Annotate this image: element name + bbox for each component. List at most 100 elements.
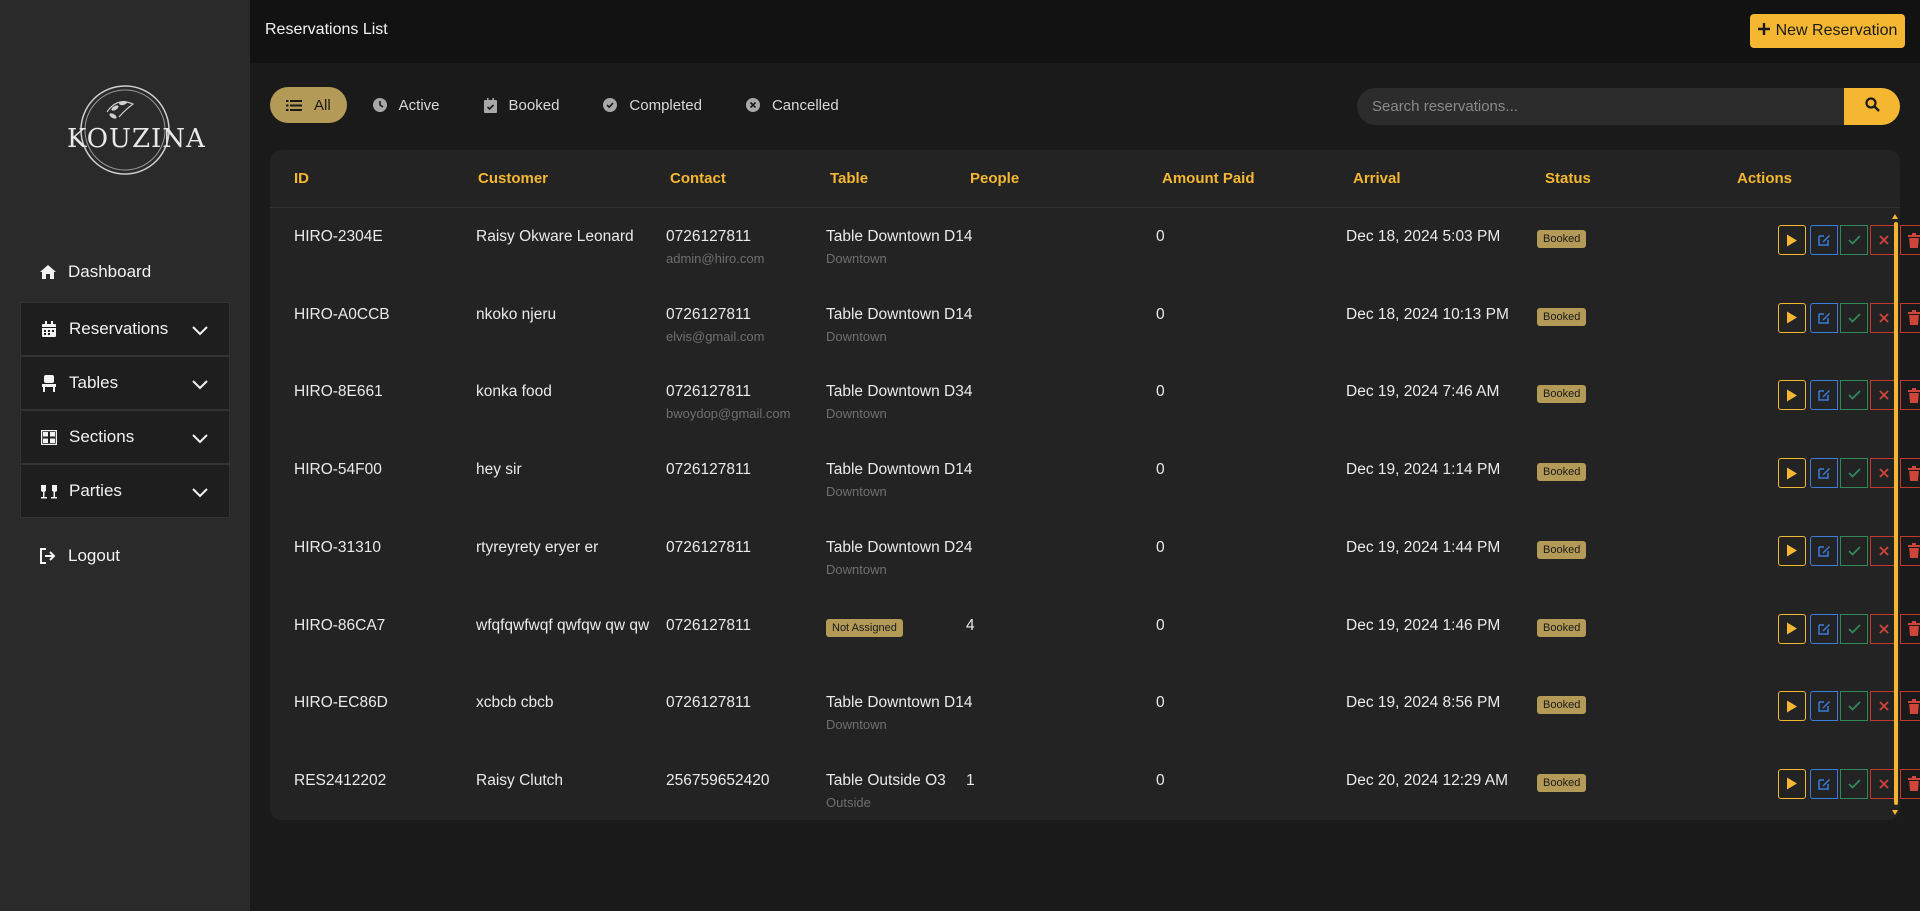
table-row[interactable]: HIRO-86CA7 wfqfqwfwqf qwfqw qw qw 07261278…: [270, 597, 1920, 675]
edit-button[interactable]: [1810, 613, 1838, 644]
customer-name: xcbcb cbcb: [476, 694, 554, 712]
complete-button[interactable]: [1840, 613, 1868, 644]
edit-button[interactable]: [1810, 302, 1838, 333]
complete-button[interactable]: [1840, 535, 1868, 566]
sidebar-item-parties[interactable]: Parties: [20, 464, 230, 518]
brand-name: KOUZINA: [67, 124, 206, 154]
edit-button[interactable]: [1810, 691, 1838, 722]
close-icon: [1879, 779, 1889, 789]
edit-button[interactable]: [1810, 380, 1838, 411]
search-input[interactable]: [1357, 88, 1849, 125]
arrival-time: Dec 19, 2024 1:46 PM: [1346, 616, 1501, 634]
edit-button[interactable]: [1810, 768, 1838, 799]
sidebar-item-sections[interactable]: Sections: [20, 410, 230, 464]
chevron-down-icon[interactable]: [191, 375, 209, 395]
check-icon: [1847, 235, 1861, 245]
filter-all[interactable]: All: [270, 87, 347, 123]
new-reservation-button[interactable]: New Reservation: [1750, 14, 1905, 48]
table-row[interactable]: RES2412202 Raisy Clutch 256759652420 Table …: [270, 752, 1920, 830]
complete-button[interactable]: [1840, 458, 1868, 489]
delete-button[interactable]: [1900, 768, 1920, 799]
clock-icon: [372, 98, 387, 112]
sidebar-item-dashboard[interactable]: Dashboard: [20, 246, 228, 298]
table-name: Table Downtown D14: [826, 461, 973, 479]
logout-icon: [38, 546, 58, 566]
delete-button[interactable]: [1900, 458, 1920, 489]
page-title: Reservations List: [265, 21, 388, 38]
edit-icon: [1817, 622, 1831, 636]
main-content: Reservations List New Reservation All Ac…: [250, 0, 1920, 911]
play-icon: [1786, 467, 1798, 480]
scrollbar-thumb[interactable]: [1894, 222, 1898, 805]
delete-button[interactable]: [1900, 691, 1920, 722]
filter-booked[interactable]: Booked: [468, 87, 578, 123]
status-filters: All Active Booked Completed Cancelled: [270, 87, 867, 123]
table-row[interactable]: HIRO-A0CCB nkoko njeru 0726127811 elvis@gma…: [270, 286, 1920, 364]
chevron-down-icon[interactable]: [191, 429, 209, 449]
start-button[interactable]: [1778, 613, 1806, 644]
status-badge: Booked: [1537, 540, 1587, 559]
amount-paid: 0: [1156, 694, 1165, 712]
filter-active[interactable]: Active: [357, 87, 458, 123]
sidebar-item-reservations[interactable]: Reservations: [20, 302, 230, 356]
filter-completed[interactable]: Completed: [587, 87, 720, 123]
play-icon: [1786, 234, 1798, 247]
edit-button[interactable]: [1810, 458, 1838, 489]
table-row[interactable]: HIRO-EC86D xcbcb cbcb 0726127811 Table Down…: [270, 674, 1920, 752]
trash-icon: [1908, 776, 1920, 792]
trash-icon: [1908, 232, 1920, 248]
start-button[interactable]: [1778, 691, 1806, 722]
start-button[interactable]: [1778, 535, 1806, 566]
list-icon: [286, 99, 302, 112]
close-icon: [1879, 701, 1889, 711]
play-icon: [1786, 311, 1798, 324]
calendar-icon: [39, 319, 59, 339]
start-button[interactable]: [1778, 225, 1806, 255]
table-row[interactable]: HIRO-31310 rtyreyrety eryer er 0726127811 T…: [270, 519, 1920, 597]
delete-button[interactable]: [1900, 380, 1920, 411]
table-row[interactable]: HIRO-54F00 hey sir 0726127811 Table Downtow…: [270, 441, 1920, 519]
delete-button[interactable]: [1900, 613, 1920, 644]
start-button[interactable]: [1778, 302, 1806, 333]
column-header-people: People: [970, 170, 1020, 187]
chevron-down-icon[interactable]: [191, 483, 209, 503]
sidebar-item-label: Logout: [68, 546, 120, 565]
sidebar-item-tables[interactable]: Tables: [20, 356, 230, 410]
table-row[interactable]: HIRO-2304E Raisy Okware Leonard 0726127811…: [270, 208, 1920, 286]
start-button[interactable]: [1778, 768, 1806, 799]
people-count: 4: [966, 616, 975, 634]
table-header: ID Customer Contact Table People Amount …: [270, 150, 1900, 208]
search-button[interactable]: [1844, 88, 1900, 125]
sidebar-item-logout[interactable]: Logout: [20, 530, 228, 582]
complete-button[interactable]: [1840, 768, 1868, 799]
reservation-id: HIRO-31310: [294, 538, 382, 556]
edit-button[interactable]: [1810, 225, 1838, 255]
filter-label: Booked: [508, 96, 560, 114]
amount-paid: 0: [1156, 228, 1165, 245]
customer-name: Raisy Clutch: [476, 771, 563, 789]
reservation-id: HIRO-A0CCB: [294, 305, 390, 323]
column-header-actions: Actions: [1737, 170, 1793, 187]
table-section: Downtown: [826, 328, 887, 344]
complete-button[interactable]: [1840, 691, 1868, 722]
chevron-down-icon[interactable]: [191, 321, 209, 341]
delete-button[interactable]: [1900, 225, 1920, 255]
complete-button[interactable]: [1840, 302, 1868, 333]
filter-cancelled[interactable]: Cancelled: [730, 87, 857, 123]
start-button[interactable]: [1778, 458, 1806, 489]
customer-name: rtyreyrety eryer er: [476, 538, 599, 556]
start-button[interactable]: [1778, 380, 1806, 411]
table-row[interactable]: HIRO-8E661 konka food 0726127811 bwoydop@gm…: [270, 363, 1920, 441]
complete-button[interactable]: [1840, 225, 1868, 255]
edit-button[interactable]: [1810, 535, 1838, 566]
complete-button[interactable]: [1840, 380, 1868, 411]
customer-name: nkoko njeru: [476, 305, 557, 323]
filter-label: Completed: [629, 96, 702, 114]
trash-icon: [1908, 543, 1920, 559]
trash-icon: [1908, 698, 1920, 714]
grid-icon: [39, 427, 59, 447]
delete-button[interactable]: [1900, 302, 1920, 333]
close-icon: [1879, 546, 1889, 556]
close-icon: [1879, 468, 1889, 478]
delete-button[interactable]: [1900, 535, 1920, 566]
